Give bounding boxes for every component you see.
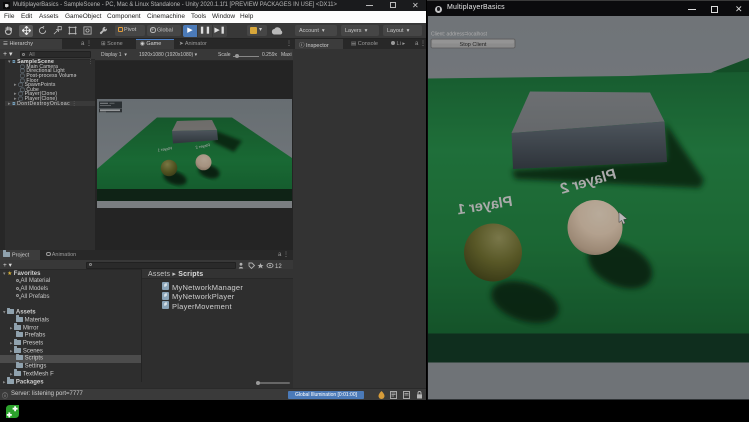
svg-text:Client: address=localhost: Client: address=localhost <box>431 32 488 38</box>
svg-text:Stop Client: Stop Client <box>460 42 487 48</box>
svg-text:12: 12 <box>275 264 282 269</box>
